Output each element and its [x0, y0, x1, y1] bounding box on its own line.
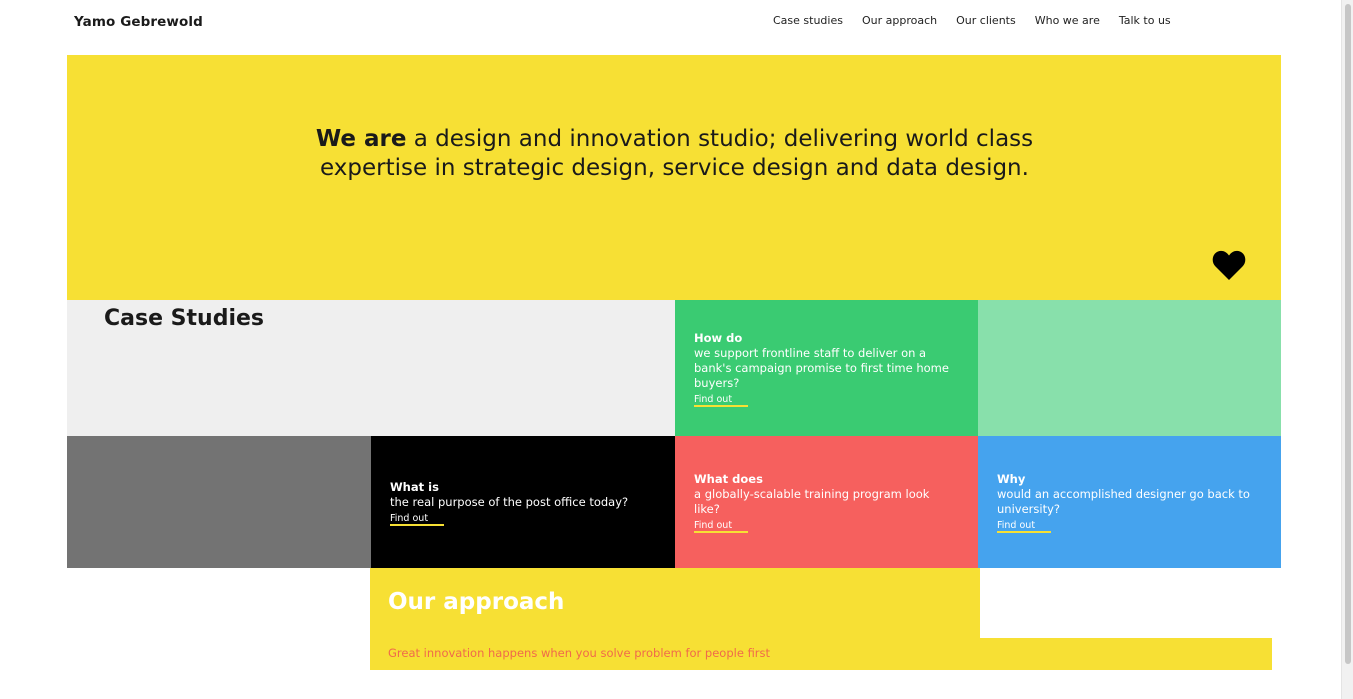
approach-title: Our approach	[388, 589, 565, 615]
hero-body: a design and innovation studio; deliveri…	[320, 126, 1034, 181]
case-card-question: we support frontline staff to deliver on…	[694, 346, 949, 390]
main-nav: Case studies Our approach Our clients Wh…	[773, 14, 1190, 27]
hero-banner: We are a design and innovation studio; d…	[67, 55, 1281, 300]
case-card-question: a globally-scalable training program loo…	[694, 487, 930, 516]
case-card-post-office-text: What is the real purpose of the post off…	[390, 480, 660, 526]
find-out-link[interactable]: Find out	[694, 520, 749, 533]
nav-our-clients[interactable]: Our clients	[956, 14, 1016, 27]
case-card-image-gray	[67, 436, 371, 568]
case-card-question: the real purpose of the post office toda…	[390, 495, 629, 509]
brand-logo[interactable]: Yamo Gebrewold	[74, 14, 203, 30]
case-card-kicker: What is	[390, 480, 439, 494]
nav-talk-to-us[interactable]: Talk to us	[1119, 14, 1171, 27]
approach-subtitle: Great innovation happens when you solve …	[388, 646, 771, 660]
case-card-kicker: Why	[997, 472, 1026, 486]
hero-lead: We are	[315, 126, 407, 152]
nav-who-we-are[interactable]: Who we are	[1035, 14, 1100, 27]
vertical-scrollbar[interactable]	[1341, 0, 1353, 699]
case-card-image-green	[978, 300, 1281, 436]
nav-our-approach[interactable]: Our approach	[862, 14, 937, 27]
case-card-bank[interactable]: How do we support frontline staff to del…	[675, 300, 978, 436]
case-card-question: would an accomplished designer go back t…	[997, 487, 1250, 516]
case-card-designer[interactable]: Why would an accomplished designer go ba…	[978, 436, 1281, 568]
nav-case-studies[interactable]: Case studies	[773, 14, 843, 27]
case-card-kicker: What does	[694, 472, 763, 486]
find-out-link[interactable]: Find out	[997, 520, 1052, 533]
case-card-kicker: How do	[694, 331, 743, 345]
case-card-training[interactable]: What does a globally-scalable training p…	[675, 436, 978, 568]
find-out-link[interactable]: Find out	[694, 394, 749, 407]
case-studies-title: Case Studies	[104, 306, 264, 331]
case-card-training-text: What does a globally-scalable training p…	[694, 472, 954, 533]
case-card-bank-text: How do we support frontline staff to del…	[694, 331, 964, 407]
heart-icon[interactable]	[1212, 249, 1246, 281]
find-out-link[interactable]: Find out	[390, 513, 445, 526]
scrollbar-thumb[interactable]	[1345, 4, 1351, 664]
case-card-post-office[interactable]: What is the real purpose of the post off…	[371, 436, 675, 568]
hero-statement: We are a design and innovation studio; d…	[307, 125, 1042, 183]
case-card-designer-text: Why would an accomplished designer go ba…	[997, 472, 1272, 533]
